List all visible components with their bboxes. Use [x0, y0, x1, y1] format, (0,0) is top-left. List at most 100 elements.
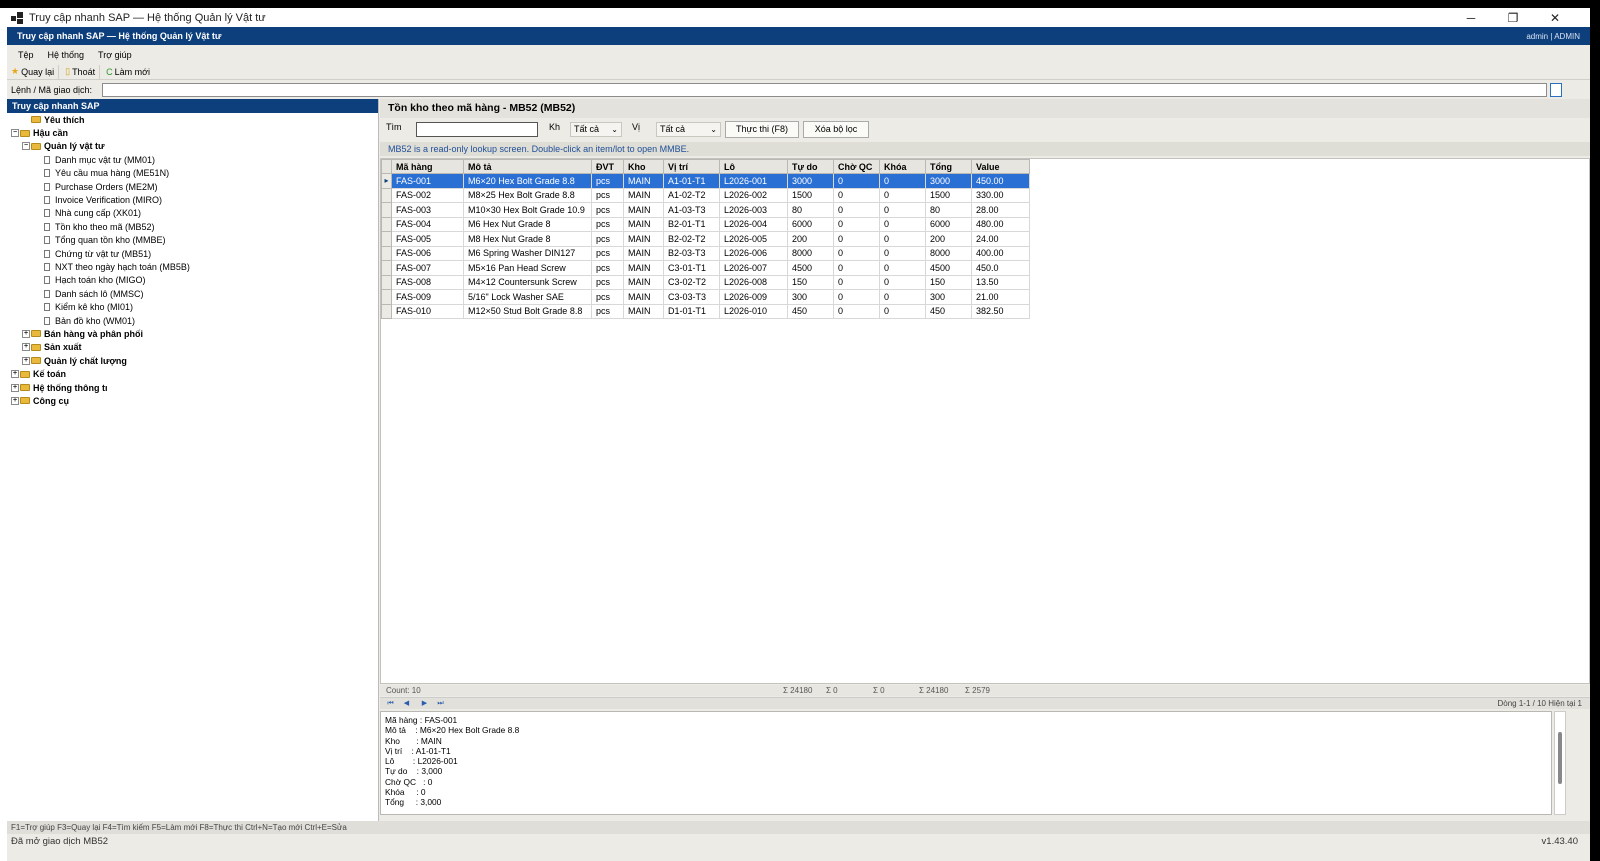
refresh-label: Làm mới: [114, 66, 150, 77]
tree-item[interactable]: Purchase Orders (ME2M): [7, 180, 378, 193]
exit-button[interactable]: ▯ Thoát: [61, 64, 101, 79]
table-cell: L2026-009: [719, 289, 788, 305]
command-input[interactable]: [102, 83, 1547, 97]
next-record-icon[interactable]: ▶: [420, 699, 429, 708]
tree-folder[interactable]: + Quản lý chất lượng: [7, 354, 378, 367]
window-titlebar[interactable]: Truy cập nhanh SAP — Hệ thống Quản lý Vậ…: [7, 8, 1590, 27]
tree-folder[interactable]: − Hậu cần: [7, 126, 378, 139]
table-cell: FAS-002: [391, 187, 464, 203]
table-row[interactable]: FAS-006 M6 Spring Washer DIN127 pcs MAIN B2-…: [381, 245, 1030, 261]
tree-item[interactable]: Danh sách lô (MMSC): [7, 287, 378, 300]
tree-item[interactable]: Bản đồ kho (WM01): [7, 314, 378, 327]
column-header[interactable]: Mã hàng: [391, 159, 464, 174]
back-button[interactable]: ★ Quay lại: [7, 64, 60, 79]
first-record-icon[interactable]: ⏮: [386, 699, 395, 708]
column-header[interactable]: Mô tả: [463, 159, 592, 174]
table-cell: FAS-009: [391, 289, 464, 305]
column-header[interactable]: Tự do: [787, 159, 834, 174]
column-header[interactable]: Tổng: [925, 159, 972, 174]
row-selector[interactable]: [381, 245, 392, 261]
row-selector[interactable]: [381, 274, 392, 290]
table-row[interactable]: FAS-007 M5×16 Pan Head Screw pcs MAIN C3-01-…: [381, 260, 1030, 276]
table-row[interactable]: FAS-009 5/16" Lock Washer SAE pcs MAIN C3-03…: [381, 289, 1030, 305]
collapse-icon[interactable]: −: [22, 142, 30, 151]
tree-folder[interactable]: + Kế toán: [7, 367, 378, 380]
tree-item[interactable]: Danh mục vật tư (MM01): [7, 153, 378, 166]
menu-file[interactable]: Tệp: [18, 50, 34, 60]
close-icon[interactable]: ✕: [1534, 8, 1576, 27]
row-selector[interactable]: ▸: [381, 173, 392, 189]
table-cell: 0: [879, 202, 926, 218]
row-selector[interactable]: [381, 260, 392, 276]
previous-record-icon[interactable]: ◀: [402, 699, 411, 708]
table-cell: FAS-001: [391, 173, 464, 189]
tree-item[interactable]: NXT theo ngày hạch toán (MB5B): [7, 260, 378, 273]
table-cell: FAS-005: [391, 231, 464, 247]
expand-icon[interactable]: +: [22, 356, 30, 365]
table-row[interactable]: ▸ FAS-001 M6×20 Hex Bolt Grade 8.8 pcs MAIN A…: [381, 173, 1030, 189]
warehouse-select[interactable]: Tất cả ⌄: [570, 122, 622, 137]
tree-folder[interactable]: + Bán hàng và phân phối: [7, 327, 378, 340]
column-header[interactable]: Vị trí: [663, 159, 720, 174]
menu-help[interactable]: Trợ giúp: [98, 50, 132, 60]
tree-item[interactable]: Tồn kho theo mã (MB52): [7, 220, 378, 233]
tree-item[interactable]: Hạch toán kho (MIGO): [7, 274, 378, 287]
user-indicator[interactable]: admin | ADMIN: [1526, 32, 1580, 41]
tree-folder[interactable]: + Sản xuất: [7, 341, 378, 354]
table-row[interactable]: FAS-010 M12×50 Stud Bolt Grade 8.8 pcs MAIN…: [381, 303, 1030, 319]
tree-item[interactable]: Yêu cầu mua hàng (ME51N): [7, 167, 378, 180]
detail-scrollbar[interactable]: [1554, 711, 1566, 815]
tree-item[interactable]: Nhà cung cấp (XK01): [7, 207, 378, 220]
minimize-icon[interactable]: ─: [1450, 8, 1492, 27]
tree-folder[interactable]: + Công cụ: [7, 394, 378, 407]
command-label: Lệnh / Mã giao dịch:: [11, 85, 93, 95]
exit-label: Thoát: [72, 66, 96, 77]
row-selector[interactable]: [381, 289, 392, 305]
menu-system[interactable]: Hệ thống: [48, 50, 85, 60]
clear-filter-button[interactable]: Xóa bộ lọc: [803, 121, 869, 138]
column-header[interactable]: Lô: [719, 159, 788, 174]
table-cell: B2-01-T1: [663, 216, 720, 232]
column-header[interactable]: Kho: [623, 159, 664, 174]
row-selector[interactable]: [381, 231, 392, 247]
tree-item[interactable]: Kiểm kê kho (MI01): [7, 300, 378, 313]
command-go-button[interactable]: [1550, 83, 1562, 97]
table-row[interactable]: FAS-003 M10×30 Hex Bolt Grade 10.9 pcs MAIN…: [381, 202, 1030, 218]
table-row[interactable]: FAS-002 M8×25 Hex Bolt Grade 8.8 pcs MAIN A1…: [381, 187, 1030, 203]
column-header[interactable]: ĐVT: [591, 159, 624, 174]
tree-folder[interactable]: + Hệ thống thông tı: [7, 381, 378, 394]
detail-panel[interactable]: Mã hàng : FAS-001 Mô tả : M6×20 Hex Bolt …: [380, 711, 1552, 815]
expand-icon[interactable]: +: [11, 383, 19, 392]
expand-icon[interactable]: +: [11, 370, 19, 379]
column-header[interactable]: Chờ QC: [833, 159, 880, 174]
search-input[interactable]: [416, 122, 538, 137]
row-selector[interactable]: [381, 216, 392, 232]
location-select[interactable]: Tất cả ⌄: [656, 122, 721, 137]
table-cell: 200: [925, 231, 972, 247]
restore-icon[interactable]: ❐: [1492, 8, 1534, 27]
last-record-icon[interactable]: ⏭: [436, 699, 445, 708]
column-header[interactable]: Khóa: [879, 159, 926, 174]
detail-line: Vị trí : A1-01-T1: [385, 745, 451, 756]
tree-folder[interactable]: Yêu thích: [7, 113, 378, 126]
tree-item[interactable]: Chứng từ vật tư (MB51): [7, 247, 378, 260]
tree-item[interactable]: Invoice Verification (MIRO): [7, 193, 378, 206]
table-cell: FAS-003: [391, 202, 464, 218]
tree-item[interactable]: Tổng quan tồn kho (MMBE): [7, 234, 378, 247]
table-cell: L2026-006: [719, 245, 788, 261]
row-selector[interactable]: [381, 303, 392, 319]
table-row[interactable]: FAS-005 M8 Hex Nut Grade 8 pcs MAIN B2-02-T2…: [381, 231, 1030, 247]
expand-icon[interactable]: +: [22, 343, 30, 352]
table-row[interactable]: FAS-008 M4×12 Countersunk Screw pcs MAIN C3-…: [381, 274, 1030, 290]
run-button[interactable]: Thực thi (F8): [725, 121, 799, 138]
collapse-icon[interactable]: −: [11, 129, 19, 138]
row-selector[interactable]: [381, 202, 392, 218]
tree-folder[interactable]: − Quản lý vật tư: [7, 140, 378, 153]
expand-icon[interactable]: +: [22, 329, 30, 338]
table-cell: M6 Hex Nut Grade 8: [463, 216, 592, 232]
row-selector[interactable]: [381, 187, 392, 203]
column-header[interactable]: Value: [971, 159, 1030, 174]
refresh-button[interactable]: C Làm mới: [102, 65, 154, 79]
expand-icon[interactable]: +: [11, 396, 19, 405]
table-row[interactable]: FAS-004 M6 Hex Nut Grade 8 pcs MAIN B2-01-T1…: [381, 216, 1030, 232]
